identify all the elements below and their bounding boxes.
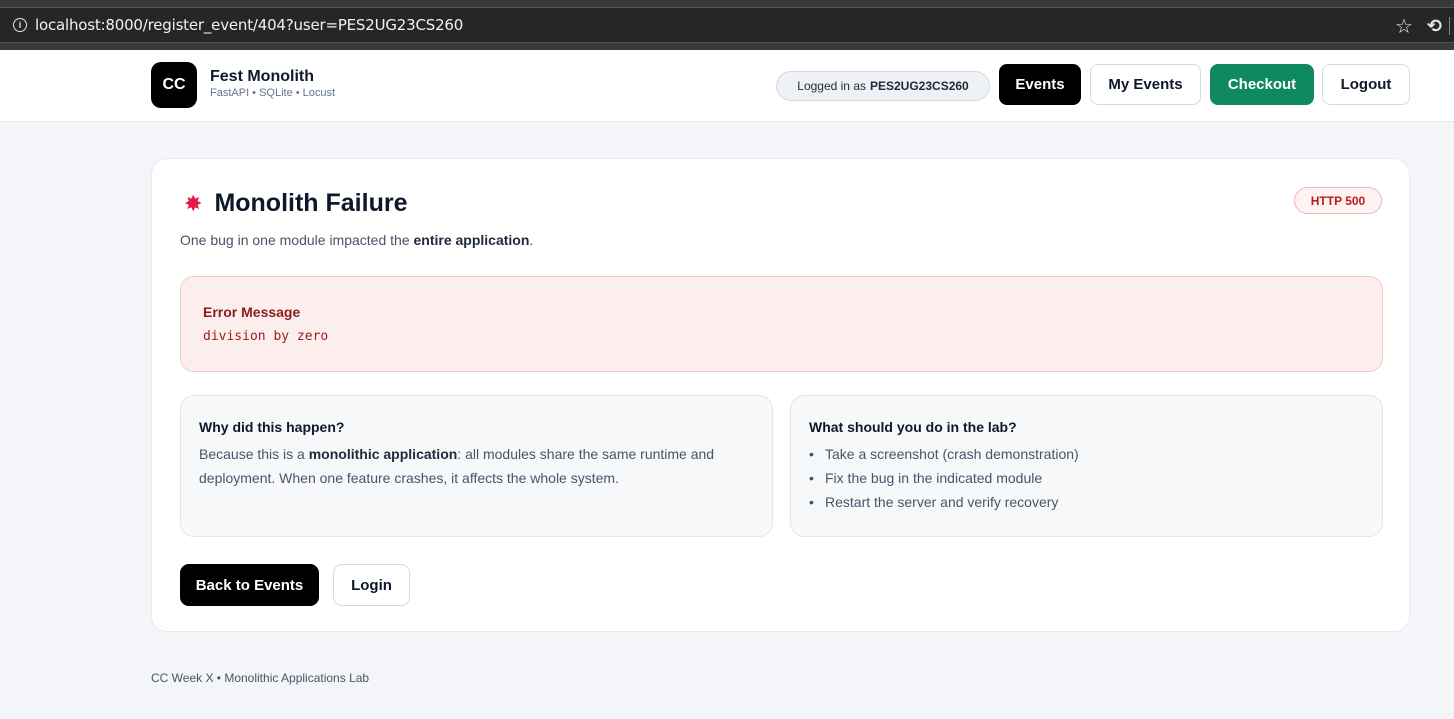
why-box: Why did this happen? Because this is a m… <box>180 395 773 537</box>
app-header: CC Fest Monolith FastAPI • SQLite • Locu… <box>0 50 1454 122</box>
logged-in-label: Logged in as <box>797 79 866 93</box>
error-box: Error Message division by zero <box>180 276 1383 372</box>
title-row: ✸ Monolith Failure <box>184 189 407 218</box>
nav-events-button[interactable]: Events <box>999 64 1081 105</box>
browser-menu-edge <box>1449 17 1454 35</box>
list-item: Take a screenshot (crash demonstration) <box>809 442 1079 466</box>
subtitle-post: . <box>529 232 534 248</box>
logo: CC <box>151 62 197 108</box>
todo-list: Take a screenshot (crash demonstration) … <box>809 442 1079 514</box>
url-text[interactable]: localhost:8000/register_event/404?user=P… <box>35 16 463 34</box>
failure-card: ✸ Monolith Failure One bug in one module… <box>151 158 1410 632</box>
todo-box: What should you do in the lab? Take a sc… <box>790 395 1383 537</box>
error-message: division by zero <box>203 329 329 344</box>
error-label: Error Message <box>203 304 301 320</box>
brand: Fest Monolith FastAPI • SQLite • Locust <box>210 68 335 100</box>
browser-toolbar: i localhost:8000/register_event/404?user… <box>0 0 1454 50</box>
burst-icon: ✸ <box>184 190 203 216</box>
logout-button[interactable]: Logout <box>1322 64 1410 105</box>
page-subtitle: One bug in one module impacted the entir… <box>180 232 533 248</box>
why-text: Because this is a monolithic application… <box>199 442 759 490</box>
username: PES2UG23CS260 <box>870 79 969 93</box>
back-to-events-button[interactable]: Back to Events <box>180 564 319 606</box>
info-icon[interactable]: i <box>13 18 27 32</box>
page-title: Monolith Failure <box>214 189 408 217</box>
login-button[interactable]: Login <box>333 564 410 606</box>
list-item: Restart the server and verify recovery <box>809 490 1079 514</box>
why-text-pre: Because this is a <box>199 446 309 462</box>
why-title: Why did this happen? <box>199 419 345 435</box>
logged-in-badge: Logged in as PES2UG23CS260 <box>776 71 990 101</box>
nav-my-events-button[interactable]: My Events <box>1090 64 1201 105</box>
nav-checkout-button[interactable]: Checkout <box>1210 64 1314 105</box>
why-text-bold: monolithic application <box>308 446 458 462</box>
subtitle-bold: entire application <box>413 232 530 248</box>
brand-subtitle: FastAPI • SQLite • Locust <box>210 87 336 99</box>
star-icon[interactable]: ☆ <box>1395 14 1413 39</box>
list-item: Fix the bug in the indicated module <box>809 466 1079 490</box>
todo-title: What should you do in the lab? <box>809 419 1017 435</box>
extension-icon[interactable]: ⟲ <box>1427 16 1442 37</box>
address-bar[interactable]: i localhost:8000/register_event/404?user… <box>0 7 1454 43</box>
subtitle-pre: One bug in one module impacted the <box>180 232 414 248</box>
status-badge: HTTP 500 <box>1294 187 1382 214</box>
brand-name: Fest Monolith <box>210 68 314 85</box>
footer-text: CC Week X • Monolithic Applications Lab <box>151 671 370 685</box>
